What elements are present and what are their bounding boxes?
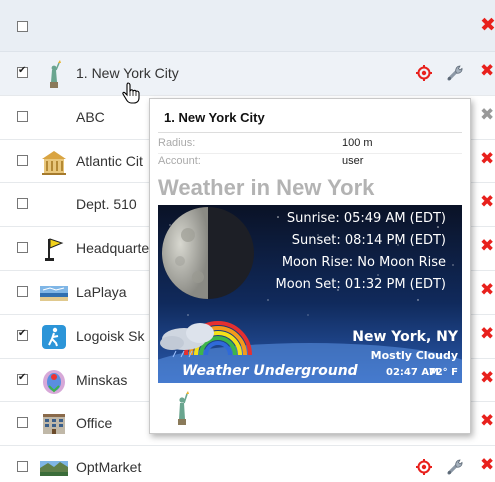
locate-icon[interactable] bbox=[416, 459, 432, 476]
list-item[interactable]: 1. New York City ✖ bbox=[0, 52, 495, 96]
weather-temp: 72° F bbox=[428, 367, 458, 378]
list-item-label[interactable]: Office bbox=[76, 415, 112, 431]
delete-icon[interactable]: ✖ bbox=[480, 369, 494, 387]
list-item-label[interactable]: Minskas bbox=[76, 372, 127, 388]
list-header: ✖ bbox=[0, 0, 495, 52]
row-checkbox[interactable] bbox=[17, 372, 28, 385]
row-checkbox[interactable] bbox=[17, 110, 28, 122]
row-checkbox[interactable] bbox=[17, 328, 28, 341]
weather-title: Weather in New York bbox=[158, 175, 375, 200]
weather-condition: Mostly Cloudy bbox=[370, 349, 458, 362]
emblem-icon bbox=[40, 367, 68, 395]
delete-icon[interactable]: ✖ bbox=[480, 63, 494, 80]
locate-icon[interactable] bbox=[416, 65, 432, 81]
delete-icon[interactable]: ✖ bbox=[480, 150, 494, 168]
moonset-text: Moon Set: 01:32 PM (EDT) bbox=[275, 277, 446, 292]
select-all-checkbox[interactable] bbox=[17, 21, 28, 32]
sunset-text: Sunset: 08:14 PM (EDT) bbox=[291, 233, 446, 248]
row-checkbox[interactable] bbox=[17, 198, 28, 210]
weather-city: New York, NY bbox=[352, 329, 458, 345]
list-item[interactable]: OptMarket ✖ bbox=[0, 446, 495, 482]
list-item-label[interactable]: Logoisk Sk bbox=[76, 328, 144, 344]
weather-widget[interactable]: Sunrise: 05:49 AM (EDT) Sunset: 08:14 PM… bbox=[158, 205, 462, 383]
hand-cursor-icon bbox=[122, 82, 140, 104]
skier-icon bbox=[40, 323, 68, 351]
radius-value: 100 m bbox=[342, 137, 373, 149]
list-item-label[interactable]: Headquarte bbox=[76, 240, 149, 256]
list-item-label[interactable]: LaPlaya bbox=[76, 284, 127, 300]
row-checkbox[interactable] bbox=[17, 242, 28, 254]
list-item-label[interactable]: Atlantic Cit bbox=[76, 153, 143, 169]
popup-title: 1. New York City bbox=[164, 110, 265, 125]
list-item-label[interactable]: ABC bbox=[76, 109, 105, 125]
row-checkbox[interactable] bbox=[17, 154, 28, 166]
building-icon bbox=[40, 148, 68, 176]
weather-brand: Weather Underground bbox=[182, 363, 358, 379]
delete-icon[interactable]: ✖ bbox=[480, 457, 494, 474]
moonrise-text: Moon Rise: No Moon Rise bbox=[281, 255, 446, 270]
list-item-label[interactable]: Dept. 510 bbox=[76, 196, 137, 212]
office-building-icon bbox=[40, 410, 68, 438]
radius-label: Radius: bbox=[158, 137, 196, 149]
row-checkbox[interactable] bbox=[17, 417, 28, 429]
wrench-icon[interactable] bbox=[446, 64, 464, 82]
row-checkbox[interactable] bbox=[17, 461, 28, 473]
beach-icon bbox=[40, 279, 68, 307]
account-row: Account: user bbox=[158, 155, 462, 173]
delete-icon[interactable]: ✖ bbox=[480, 106, 494, 124]
statue-of-liberty-icon bbox=[178, 391, 189, 425]
list-item-label[interactable]: 1. New York City bbox=[76, 65, 179, 81]
location-popup: 1. New York City Radius: 100 m Account: … bbox=[149, 98, 471, 434]
row-checkbox[interactable] bbox=[17, 285, 28, 297]
account-value: user bbox=[342, 155, 364, 167]
wrench-icon[interactable] bbox=[446, 458, 464, 476]
statue-of-liberty-icon bbox=[40, 60, 68, 88]
sunrise-text: Sunrise: 05:49 AM (EDT) bbox=[286, 211, 446, 226]
delete-icon[interactable]: ✖ bbox=[480, 194, 494, 211]
delete-all-icon[interactable]: ✖ bbox=[480, 16, 495, 35]
popup-divider bbox=[158, 132, 462, 133]
delete-icon[interactable]: ✖ bbox=[480, 238, 494, 255]
delete-icon[interactable]: ✖ bbox=[480, 281, 494, 299]
row-checkbox[interactable] bbox=[17, 65, 28, 78]
landscape-icon bbox=[40, 454, 68, 482]
popup-row-divider bbox=[158, 153, 462, 154]
list-item-label[interactable]: OptMarket bbox=[76, 459, 141, 475]
delete-icon[interactable]: ✖ bbox=[480, 325, 494, 343]
account-label: Account: bbox=[158, 155, 201, 167]
flag-icon bbox=[40, 235, 68, 263]
delete-icon[interactable]: ✖ bbox=[480, 413, 494, 430]
